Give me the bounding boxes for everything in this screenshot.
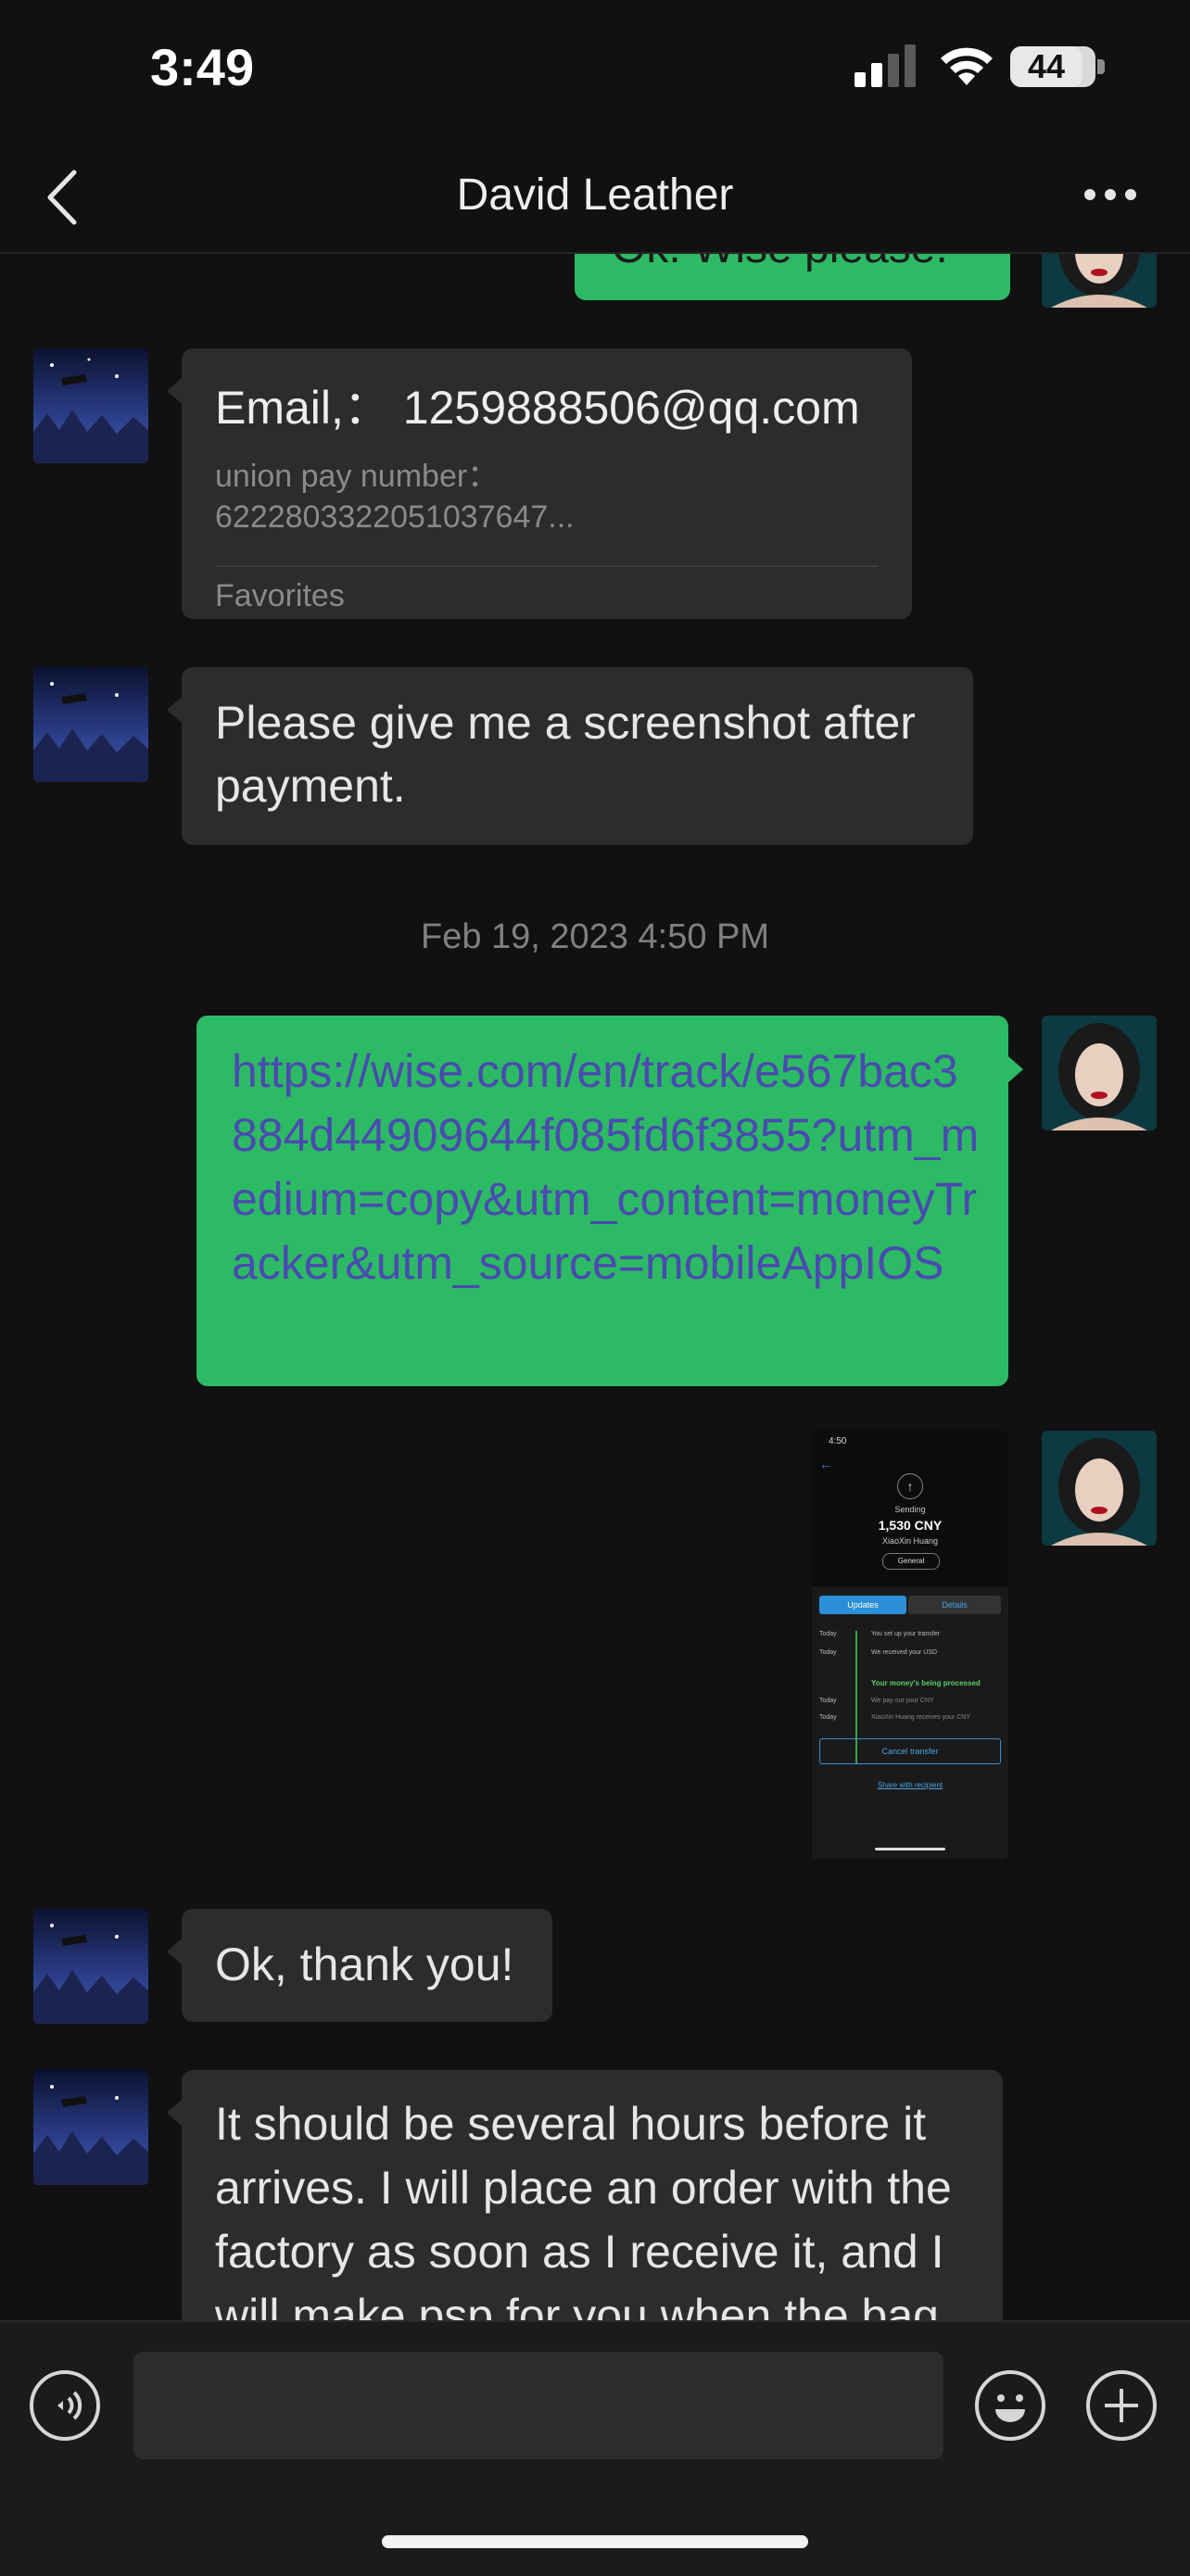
bubble-tail [167,697,182,723]
thumb-step-text: We received your USD [871,1649,938,1656]
thumb-step-day: Today [819,1649,837,1656]
status-time: 3:49 [150,38,255,96]
message-text: It should be several hours before it arr… [215,2098,952,2320]
card-title: Email,： 1259888506@qq.com [215,382,860,434]
thumb-home-indicator [875,1848,945,1850]
wifi-icon [941,47,993,85]
bubble-tail [1008,1056,1023,1082]
battery-level: 44 [1010,46,1082,87]
thumb-recipient: XiaoXin Huang [881,1536,939,1546]
bubble-tail [167,2100,182,2126]
message-list[interactable]: Ok. Wise please. Email,： 1259888506@qq.c… [0,252,1190,2320]
link-text[interactable]: https://wise.com/en/track/e567bac3884d44… [232,1040,982,1295]
thumb-step-day: Today [819,1631,837,1637]
home-indicator [382,2535,808,2548]
favorite-card[interactable]: Email,： 1259888506@qq.com union pay numb… [182,348,912,619]
status-bar: 3:49 44 [0,0,1190,139]
thumb-pill: General [882,1553,940,1570]
thumb-step-text: We pay out your CNY [871,1698,934,1704]
woman-portrait-icon [1042,252,1157,308]
message-text: Ok, thank you! [215,1938,514,1990]
chat-title: David Leather [456,170,734,220]
received-message[interactable]: It should be several hours before it arr… [182,2070,1003,2320]
message-timestamp: Feb 19, 2023 4:50 PM [420,917,770,956]
thumb-amount: 1,530 CNY [878,1518,943,1533]
card-subtitle-2: 6222803322051037647... [215,499,575,535]
thumb-cancel-button: Cancel transfer [819,1738,1001,1764]
more-icon[interactable] [1082,176,1138,213]
thumb-step-day: Today [819,1698,837,1704]
night-sky-icon [33,2070,148,2185]
thumb-arrow-up-icon: ↑ [897,1473,923,1499]
message-text: Ok. Wise please. [612,252,948,280]
my-avatar[interactable] [1042,1431,1157,1546]
battery-nub [1097,59,1105,74]
thumb-sending: Sending [894,1505,926,1514]
thumb-tab-updates: Updates [819,1596,906,1614]
emoji-icon[interactable] [975,2370,1045,2441]
cellular-signal-icon [855,44,916,87]
thumb-step-text: Your money's being processed [871,1679,981,1687]
card-subtitle-1: union pay number： [215,459,500,494]
night-sky-icon [33,348,148,463]
bubble-tail [167,1938,182,1964]
message-input[interactable] [133,2352,943,2459]
received-message[interactable]: Ok, thank you! [182,1909,552,2022]
thumb-back-icon: ← [819,1457,832,1471]
my-avatar[interactable] [1042,1016,1157,1130]
battery-icon: 44 [1010,46,1095,87]
bubble-tail [167,378,182,404]
sent-link-message[interactable]: https://wise.com/en/track/e567bac3884d44… [196,1016,1008,1386]
contact-avatar[interactable] [33,2070,148,2185]
thumb-step-day: Today [819,1714,837,1721]
card-divider [215,565,879,567]
night-sky-icon [33,1909,148,2024]
thumb-step-text: You set up your transfer [871,1631,941,1637]
thumb-step-text: XiaoXin Huang receives your CNY [871,1714,970,1721]
thumb-time: 4:50 [829,1436,847,1446]
night-sky-icon [33,667,148,782]
contact-avatar[interactable] [33,348,148,463]
chat-header: David Leather [0,139,1190,254]
contact-avatar[interactable] [33,667,148,782]
thumb-tab-details: Details [908,1596,1001,1614]
plus-icon[interactable] [1086,2370,1157,2441]
message-text: Please give me a screenshot after paymen… [215,697,916,812]
received-message[interactable]: Please give me a screenshot after paymen… [182,667,973,845]
sent-message[interactable]: Ok. Wise please. [575,252,1010,300]
thumb-share-link: Share with recipient [877,1781,943,1789]
woman-portrait-icon [1042,1016,1157,1130]
voice-icon[interactable] [30,2370,100,2441]
screenshot-image[interactable]: 4:50 ← ↑ Sending 1,530 CNY XiaoXin Huang… [812,1431,1008,1859]
my-avatar[interactable] [1042,252,1157,308]
card-footer: Favorites [215,578,345,613]
woman-portrait-icon [1042,1431,1157,1546]
contact-avatar[interactable] [33,1909,148,2024]
